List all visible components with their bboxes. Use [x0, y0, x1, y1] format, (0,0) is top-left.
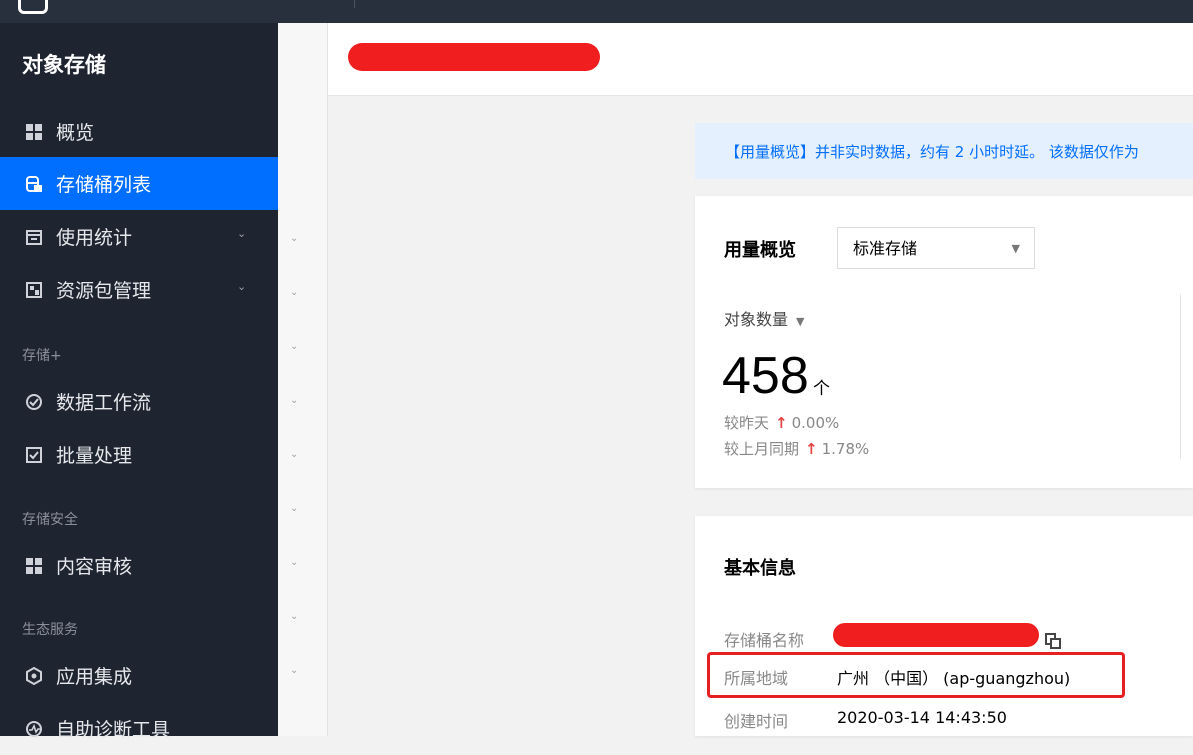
redacted-bucket-name: [833, 623, 1039, 647]
sidebar-item-batch[interactable]: 批量处理: [0, 428, 278, 481]
sidebar: 对象存储 概览 存储桶列表 使用统计 ⌄ 资源包管理 ⌄ 存储+ 数据工作流 批…: [0, 23, 278, 741]
chevron-down-icon[interactable]: ⌄: [237, 280, 246, 293]
bucket-icon: [24, 174, 44, 194]
group-label-security: 存储安全: [22, 512, 78, 528]
usage-overview-title: 用量概览: [724, 240, 796, 261]
arrow-up-icon: ↑: [775, 414, 788, 432]
sidebar-item-bucket-list[interactable]: 存储桶列表: [0, 157, 278, 210]
month-compare-value: 1.78%: [821, 440, 870, 458]
caret-down-icon: ▼: [1011, 242, 1020, 255]
package-icon: [24, 280, 44, 300]
bucket-name-label: 存储桶名称: [724, 631, 805, 650]
created-time-value: 2020-03-14 14:43:50: [837, 708, 1007, 727]
chevron-down-icon[interactable]: ⌄: [290, 395, 298, 406]
sidebar-item-workflow[interactable]: 数据工作流: [0, 375, 278, 428]
topbar-divider: [354, 0, 355, 8]
day-over-day: 较昨天 ↑ 0.00%: [724, 412, 839, 433]
calendar-icon: [24, 227, 44, 247]
storage-class-value: 标准存储: [853, 239, 918, 258]
chevron-down-icon[interactable]: ⌄: [290, 449, 298, 460]
sidebar-item-app-integration[interactable]: 应用集成: [0, 649, 278, 702]
month-compare-label: 较上月同期: [724, 440, 800, 458]
sidebar-item-package-mgmt[interactable]: 资源包管理 ⌄: [0, 263, 278, 316]
arrow-up-icon: ↑: [805, 440, 818, 458]
metric-label: 对象数量: [724, 310, 789, 329]
chevron-down-icon[interactable]: ⌄: [290, 233, 298, 244]
copy-icon[interactable]: [1045, 633, 1061, 649]
sidebar-item-usage-stats[interactable]: 使用统计 ⌄: [0, 210, 278, 263]
region-label: 所属地域: [724, 669, 789, 688]
day-compare-value: 0.00%: [791, 414, 840, 432]
month-over-month: 较上月同期 ↑ 1.78%: [724, 438, 869, 459]
main-content: 【用量概览】并非实时数据，约有 2 小时时延。 该数据仅作为 用量概览 标准存储…: [328, 23, 1193, 736]
basic-info-card: 基本信息 存储桶名称 所属地域 广州 （中国） (ap-guangzhou) 创…: [695, 516, 1193, 736]
workflow-icon: [24, 392, 44, 412]
grid-icon: [24, 122, 44, 142]
group-label-ecosystem: 生态服务: [22, 622, 78, 638]
sidebar-item-label: 自助诊断工具: [56, 719, 171, 741]
usage-overview-card: 用量概览 标准存储 ▼ 对象数量 ▼ 458 个 较昨天 ↑ 0.00% 较上月同期 ↑…: [695, 196, 1193, 488]
chevron-down-icon[interactable]: ⌄: [237, 227, 246, 240]
chevron-down-icon[interactable]: ⌄: [290, 287, 298, 298]
sidebar-item-label: 存储桶列表: [56, 174, 152, 196]
sidebar-item-label: 概览: [56, 122, 95, 144]
batch-icon: [24, 445, 44, 465]
sidebar-item-overview[interactable]: 概览: [0, 105, 278, 158]
sidebar-item-label: 内容审核: [56, 556, 133, 578]
object-count-value: 458: [722, 347, 809, 405]
caret-down-icon: ▼: [796, 315, 805, 328]
secondary-nav-column: ⌄ ⌄ ⌄ ⌄ ⌄ ⌄ ⌄ ⌄ ⌄: [278, 23, 328, 736]
chevron-down-icon[interactable]: ⌄: [290, 611, 298, 622]
card-divider: [1180, 294, 1181, 459]
object-count-unit: 个: [813, 379, 830, 399]
sidebar-item-diagnose[interactable]: 自助诊断工具: [0, 702, 278, 755]
day-compare-label: 较昨天: [724, 414, 770, 432]
chevron-down-icon[interactable]: ⌄: [290, 665, 298, 676]
chevron-down-icon[interactable]: ⌄: [290, 341, 298, 352]
sidebar-item-label: 应用集成: [56, 666, 133, 688]
integration-icon: [24, 666, 44, 686]
created-time-label: 创建时间: [724, 712, 789, 731]
redacted-bucket-title: [348, 43, 600, 71]
usage-notice-banner: 【用量概览】并非实时数据，约有 2 小时时延。 该数据仅作为: [695, 123, 1193, 179]
top-bar: [0, 0, 1193, 23]
basic-info-title: 基本信息: [724, 558, 796, 579]
region-value: 广州 （中国） (ap-guangzhou): [837, 669, 1071, 688]
sidebar-item-label: 使用统计: [56, 227, 133, 249]
chevron-down-icon[interactable]: ⌄: [290, 503, 298, 514]
sidebar-item-label: 数据工作流: [56, 392, 152, 414]
chevron-down-icon[interactable]: ⌄: [290, 557, 298, 568]
page-header: [328, 23, 1193, 96]
sidebar-item-content-review[interactable]: 内容审核: [0, 539, 278, 592]
sidebar-title: 对象存储: [22, 53, 106, 77]
metric-selector[interactable]: 对象数量 ▼: [724, 306, 804, 330]
group-label-storage-plus: 存储+: [22, 348, 62, 364]
storage-class-select[interactable]: 标准存储 ▼: [837, 227, 1035, 269]
grid-icon: [24, 556, 44, 576]
sidebar-item-label: 批量处理: [56, 445, 133, 467]
cloud-logo-icon[interactable]: [18, 0, 48, 14]
sidebar-item-label: 资源包管理: [56, 280, 152, 302]
